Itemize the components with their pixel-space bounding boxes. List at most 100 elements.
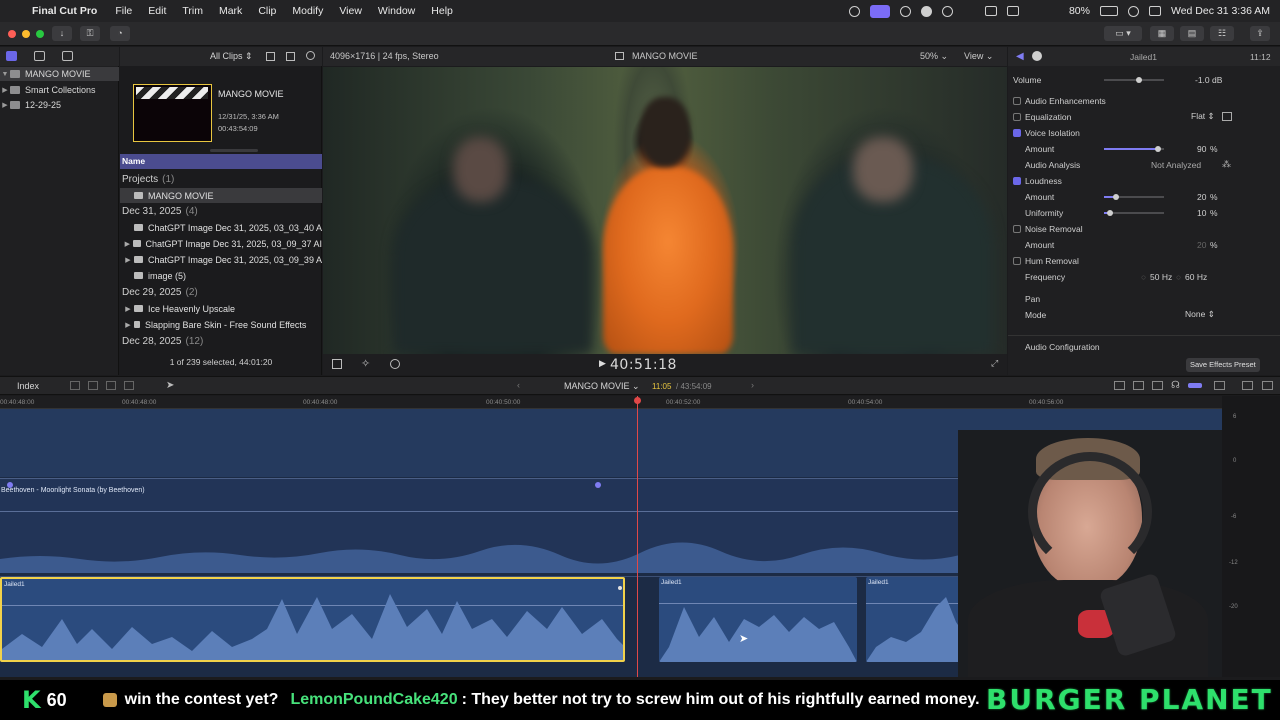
list-view-icon[interactable] <box>286 52 295 61</box>
thumbnail-scrubber[interactable] <box>210 149 258 152</box>
search-icon[interactable] <box>1127 5 1139 17</box>
view-dropdown[interactable]: View ⌄ <box>964 51 993 62</box>
list-item[interactable]: ▶ Slapping Bare Skin - Free Sound Effect… <box>120 317 322 332</box>
uniformity-slider[interactable] <box>1104 210 1164 216</box>
disclosure-open-icon[interactable]: ▼ <box>0 71 10 78</box>
viewer-timecode[interactable]: 40:51:18 <box>610 357 677 373</box>
slider-knob[interactable] <box>1155 146 1161 152</box>
disclosure-closed-icon[interactable]: ▶ <box>122 256 134 264</box>
import-button[interactable]: ↓ <box>52 26 72 41</box>
wifi-icon[interactable] <box>1047 6 1059 16</box>
enhance-icon[interactable]: ✧ <box>361 357 370 370</box>
zoom-window-button[interactable] <box>36 30 44 38</box>
audio-clip[interactable]: Jailed1 <box>866 577 966 662</box>
keywords-button[interactable]: ⚿ <box>80 26 100 41</box>
save-effects-preset-button[interactable]: Save Effects Preset <box>1186 358 1260 372</box>
screen-mirror-icon[interactable] <box>1006 6 1019 16</box>
frequency-50-option[interactable]: 50 Hz <box>1150 272 1172 282</box>
share-button[interactable]: ⇪ <box>1250 26 1270 41</box>
section-checkbox[interactable] <box>1013 96 1021 105</box>
pan-mode-dropdown[interactable]: None ⇕ <box>1185 309 1215 320</box>
search-icon[interactable] <box>306 51 315 60</box>
effects-browser-icon[interactable] <box>1214 381 1225 390</box>
hum-removal-checkbox[interactable] <box>1013 256 1021 265</box>
list-item[interactable]: ▶ Ice Heavenly Upscale <box>120 301 322 316</box>
sidebar-item-library[interactable]: ▼ MANGO MOVIE <box>0 67 119 81</box>
volume-icon[interactable] <box>963 6 975 16</box>
slider-knob[interactable] <box>1113 194 1119 200</box>
clip-appearance-icon[interactable] <box>266 52 275 61</box>
screen-record-icon[interactable] <box>848 5 860 17</box>
disclosure-closed-icon[interactable]: ▶ <box>0 86 10 94</box>
display-icon[interactable] <box>984 6 997 16</box>
equalization-checkbox[interactable] <box>1013 112 1021 121</box>
timeline-zoom-icon[interactable] <box>1262 381 1273 390</box>
solo-icon[interactable] <box>1152 381 1163 390</box>
menu-window[interactable]: Window <box>370 5 423 17</box>
show-timeline-button[interactable]: ▤ <box>1180 26 1204 41</box>
voice-isolation-checkbox[interactable] <box>1013 128 1021 137</box>
sidebar-item-event[interactable]: ▶ 12-29-25 <box>0 98 119 112</box>
keyframe-marker[interactable] <box>595 482 601 488</box>
volume-knob[interactable] <box>1136 77 1142 83</box>
clip-appearance-icon[interactable] <box>1188 383 1202 388</box>
playhead-marker[interactable] <box>634 397 641 404</box>
stage-manager-icon[interactable] <box>869 4 890 18</box>
clip-handle[interactable] <box>618 586 622 590</box>
menu-clip[interactable]: Clip <box>250 5 284 17</box>
speed-icon[interactable] <box>390 359 400 369</box>
menu-mark[interactable]: Mark <box>211 5 250 17</box>
video-preview[interactable] <box>323 67 1007 354</box>
loudness-checkbox[interactable] <box>1013 176 1021 185</box>
amount-value[interactable]: 20 <box>1197 240 1206 250</box>
menu-file[interactable]: File <box>107 5 140 17</box>
keyframe-marker[interactable] <box>7 482 13 488</box>
amount-value[interactable]: 90 <box>1197 144 1206 154</box>
transitions-icon[interactable] <box>1242 381 1253 390</box>
disclosure-closed-icon[interactable]: ▶ <box>0 101 10 109</box>
headphones-icon[interactable]: ☊ <box>1171 380 1180 391</box>
timeline-project-dropdown[interactable]: MANGO MOVIE ⌄ <box>564 381 640 392</box>
audio-clip-selected[interactable]: Jailed1 <box>0 577 625 662</box>
grid-icon[interactable] <box>899 5 911 17</box>
workspace-button[interactable]: ▭ ▾ <box>1104 26 1142 41</box>
play-button[interactable]: ▶ <box>599 358 606 369</box>
frequency-60-option[interactable]: 60 Hz <box>1185 272 1207 282</box>
magic-wand-icon[interactable]: ⁂ <box>1222 159 1231 170</box>
app-menu[interactable]: Final Cut Pro <box>32 5 107 17</box>
disclosure-closed-icon[interactable]: ▶ <box>122 240 133 248</box>
info-inspector-icon[interactable] <box>1032 51 1042 61</box>
list-item[interactable]: image (5) <box>120 268 322 283</box>
project-thumbnail[interactable] <box>133 84 212 142</box>
menu-help[interactable]: Help <box>423 5 461 17</box>
sidebar-item-smart-collections[interactable]: ▶ Smart Collections <box>0 83 119 97</box>
connect-clip-icon[interactable] <box>70 381 80 390</box>
forward-arrow-icon[interactable]: › <box>751 380 754 390</box>
index-button[interactable]: Index <box>17 381 39 391</box>
clock[interactable]: Wed Dec 31 3:36 AM <box>1171 5 1270 17</box>
list-item[interactable]: ▶ ChatGPT Image Dec 31, 2025, 03_09_39 A <box>120 252 322 267</box>
titles-generators-icon[interactable] <box>62 51 73 61</box>
list-item[interactable]: ChatGPT Image Dec 31, 2025, 03_03_40 A <box>120 220 322 235</box>
battery-icon[interactable] <box>1099 6 1118 16</box>
volume-slider[interactable] <box>1104 77 1164 83</box>
minimize-window-button[interactable] <box>22 30 30 38</box>
select-tool-icon[interactable]: ➤ <box>166 380 174 391</box>
app-status-icon[interactable] <box>920 5 932 17</box>
menu-trim[interactable]: Trim <box>174 5 211 17</box>
audio-clip[interactable]: Jailed1 <box>659 577 857 662</box>
back-arrow-icon[interactable]: ‹ <box>517 380 520 390</box>
voice-isolation-slider[interactable] <box>1104 146 1164 152</box>
menu-edit[interactable]: Edit <box>140 5 174 17</box>
volume-value[interactable]: -1.0 dB <box>1195 75 1222 85</box>
audio-skimming-icon[interactable] <box>1133 381 1144 390</box>
fullscreen-icon[interactable]: ⤢ <box>991 358 998 369</box>
timeline-ruler[interactable]: 00:40:48:00 00:40:48:00 00:40:48:00 00:4… <box>0 396 1222 409</box>
insert-clip-icon[interactable] <box>88 381 98 390</box>
show-inspector-button[interactable]: ☷ <box>1210 26 1234 41</box>
close-window-button[interactable] <box>8 30 16 38</box>
clip-filter-dropdown[interactable]: All Clips ⇕ <box>210 51 253 62</box>
uniformity-value[interactable]: 10 <box>1197 208 1206 218</box>
audio-enhancements-header[interactable]: Audio Enhancements <box>1013 93 1273 108</box>
zoom-dropdown[interactable]: 50% ⌄ <box>920 51 948 62</box>
